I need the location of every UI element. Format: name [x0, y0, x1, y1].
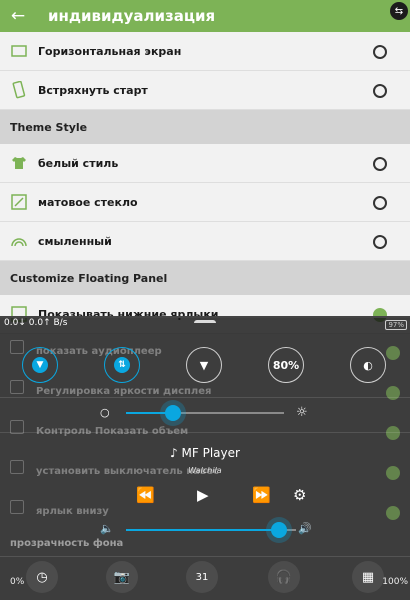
brightness-low-icon: ○ — [100, 406, 110, 419]
volume-high-icon: 🔊 — [298, 522, 312, 535]
frosted-glass-icon — [0, 194, 38, 210]
opacity-label: прозрачность фона — [10, 538, 124, 549]
net-unit: B/s — [53, 318, 68, 328]
volume-fill — [126, 529, 279, 531]
section-header-floating-panel: Customize Floating Panel — [0, 261, 410, 295]
gear-icon[interactable]: ⚙ — [293, 486, 306, 504]
brightness-high-icon: ☼ — [296, 405, 308, 420]
down-arrow-icon: ↓ — [18, 318, 26, 328]
app-bar: ← индивидуализация ⇆ — [0, 0, 410, 32]
ghost-row-icon — [10, 500, 24, 514]
panel-divider — [0, 432, 410, 433]
flashlight-icon: ▼ — [199, 358, 209, 372]
battery-indicator: 97% — [385, 320, 407, 330]
setting-label: смыленный — [38, 234, 112, 248]
wifi-toggle[interactable]: ▼ — [22, 347, 58, 383]
play-icon[interactable]: ▶ — [197, 486, 209, 504]
radio-toggle[interactable] — [373, 84, 387, 98]
setting-row-frosted-glass[interactable]: матовое стекло — [0, 183, 410, 222]
flashlight-toggle[interactable]: ▼ — [186, 347, 222, 383]
rainbow-icon — [0, 235, 38, 247]
previous-track-icon[interactable]: ⏪ — [136, 486, 155, 504]
ghost-row-label: Регулировка яркости дисплея — [36, 386, 212, 397]
setting-label: матовое стекло — [38, 195, 138, 209]
wifi-icon: ▼ — [32, 357, 48, 373]
gallery-icon[interactable]: ▦ — [352, 561, 384, 593]
player-title-text: MF Player — [181, 446, 240, 460]
radio-toggle[interactable] — [373, 45, 387, 59]
section-header-theme: Theme Style — [0, 110, 410, 144]
brightness-preset-toggle[interactable]: 80% — [268, 347, 304, 383]
setting-row-white-style[interactable]: белый стиль — [0, 144, 410, 183]
music-note-icon: ♪ — [170, 446, 182, 460]
setting-row-shake[interactable]: Встряхнуть старт — [0, 71, 410, 110]
radio-toggle[interactable] — [373, 196, 387, 210]
setting-label: Горизонтальная экран — [38, 44, 182, 58]
data-transfer-icon: ⇅ — [114, 357, 130, 373]
headphones-icon[interactable]: 🎧 — [268, 561, 300, 593]
quick-settings-icon[interactable]: ⇆ — [390, 2, 408, 20]
opacity-max-label: 100% — [382, 577, 408, 587]
setting-label: белый стиль — [38, 156, 119, 170]
net-up-value: 0.0 — [28, 318, 44, 328]
shirt-icon — [0, 156, 38, 170]
landscape-icon — [0, 44, 38, 58]
panel-drag-handle[interactable] — [194, 320, 216, 326]
opacity-min-label: 0% — [10, 577, 25, 587]
data-toggle[interactable]: ⇅ — [104, 347, 140, 383]
panel-divider — [0, 397, 410, 398]
net-down-value: 0.0 — [4, 318, 19, 328]
ghost-toggle — [386, 426, 400, 440]
net-speed: 0.0↓ 0.0↑ B/s — [4, 318, 67, 328]
settings-list: Горизонтальная экран Встряхнуть старт Th… — [0, 32, 410, 334]
setting-row-blurred[interactable]: смыленный — [0, 222, 410, 261]
camera-icon[interactable]: 📷 — [106, 561, 138, 593]
ghost-row-icon — [10, 380, 24, 394]
player-title: ♪ MF Player — [0, 446, 410, 460]
back-arrow-icon[interactable]: ← — [0, 0, 36, 32]
ghost-toggle — [386, 506, 400, 520]
next-track-icon[interactable]: ⏩ — [252, 486, 271, 504]
ghost-row-icon — [10, 340, 24, 354]
calendar-day: 31 — [195, 571, 209, 583]
auto-brightness-icon: ◐ — [363, 358, 373, 372]
setting-label: Встряхнуть старт — [38, 83, 148, 97]
ghost-toggle — [386, 346, 400, 360]
clock-icon[interactable]: ◷ — [26, 561, 58, 593]
shake-phone-icon — [0, 81, 38, 99]
panel-divider — [0, 556, 410, 557]
ghost-row-label: ярлык внизу — [36, 506, 109, 517]
volume-knob[interactable] — [271, 522, 287, 538]
brightness-preset-label: 80% — [272, 358, 300, 372]
auto-brightness-toggle[interactable]: ◐ — [350, 347, 386, 383]
setting-row-landscape[interactable]: Горизонтальная экран — [0, 32, 410, 71]
radio-toggle[interactable] — [373, 157, 387, 171]
player-subtitle: Walchila — [188, 466, 222, 475]
radio-toggle[interactable] — [373, 235, 387, 249]
page-title: индивидуализация — [48, 7, 216, 25]
calendar-icon[interactable]: 31 — [186, 561, 218, 593]
up-arrow-icon: ↑ — [43, 318, 51, 328]
volume-low-icon: 🔈 — [100, 522, 114, 535]
